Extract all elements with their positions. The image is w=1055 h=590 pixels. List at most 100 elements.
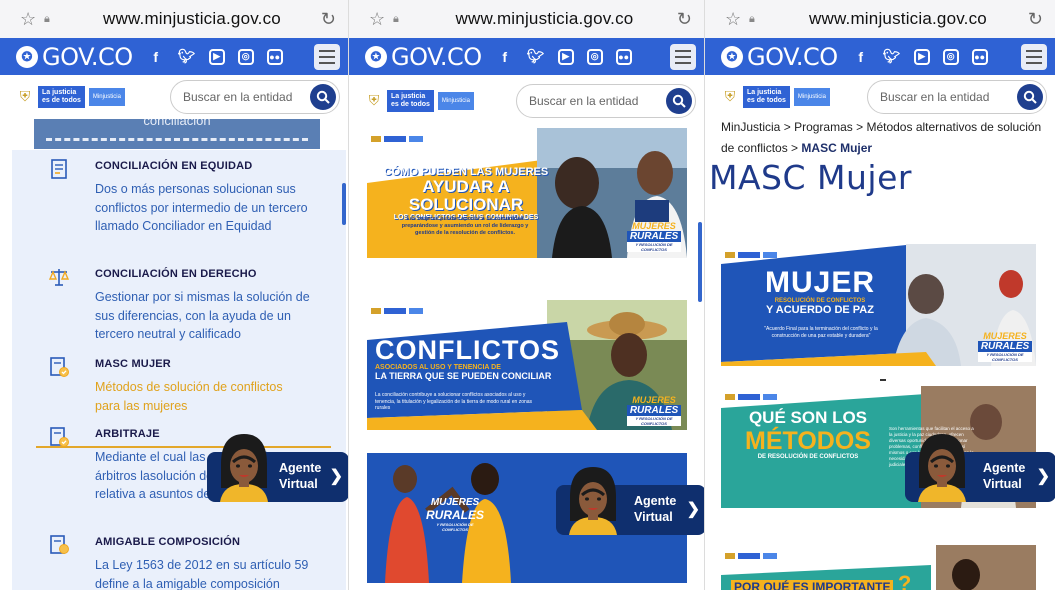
virtual-agent-button[interactable]: Agente Virtual ❯ (556, 467, 704, 535)
instagram-icon[interactable]: ◎ (942, 48, 959, 65)
card-mujeres-ayudar[interactable]: CÓMO PUEDEN LAS MUJERES AYUDAR A SOLUCIO… (367, 128, 687, 258)
page-title: MASC Mujer (709, 158, 912, 197)
item-description: Gestionar por si mismas la solución de s… (95, 290, 310, 341)
breadcrumb-separator: > (783, 120, 791, 134)
scroll-indicator[interactable] (698, 222, 702, 302)
card-headline: CONFLICTOS ASOCIADOS AL USO Y TENENCIA D… (375, 335, 560, 381)
item-title[interactable]: CONCILIACIÓN EN EQUIDAD (95, 160, 252, 172)
breadcrumb-link[interactable]: Programas (794, 120, 853, 134)
search-box[interactable]: Buscar en la entidad (867, 80, 1047, 114)
facebook-icon[interactable]: f (147, 48, 165, 66)
reload-icon[interactable]: ↻ (1021, 9, 1043, 30)
file-badge-icon (48, 534, 70, 558)
scroll-indicator[interactable] (342, 183, 346, 225)
search-input[interactable]: Buscar en la entidad (183, 90, 310, 104)
banner-text: conciliación (143, 119, 211, 128)
youtube-icon[interactable]: ▶ (913, 48, 930, 65)
rural-women-badge: MUJERES RURALES Y RESOLUCIÓN DE CONFLICT… (425, 497, 484, 532)
item-title[interactable]: CONCILIACIÓN EN DERECHO (95, 268, 257, 280)
search-box[interactable]: Buscar en la entidad (170, 80, 340, 114)
chevron-right-icon: ❯ (329, 468, 343, 485)
carousel-dot[interactable] (880, 379, 886, 381)
card-mujer-acuerdo-paz[interactable]: MUJER RESOLUCIÓN DE CONFLICTOS Y ACUERDO… (721, 244, 1036, 366)
minjusticia-logo[interactable]: ⛨ La justicia es de todos Minjusticia (16, 86, 125, 108)
youtube-icon[interactable]: ▶ (208, 48, 225, 65)
browser-address-bar[interactable]: ☆ 🔒︎ www.minjusticia.gov.co ↻ (349, 0, 704, 38)
agent-label[interactable]: Agente Virtual (983, 460, 1025, 492)
gov-co-bar: ✪ GOV.CO f 🐦︎ ▶ ◎ ●● (349, 38, 704, 75)
colombia-seal-icon: ✪ (16, 45, 38, 68)
gov-co-brand[interactable]: GOV.CO (42, 43, 133, 71)
breadcrumb-link[interactable]: MinJusticia (721, 120, 780, 134)
search-input[interactable]: Buscar en la entidad (529, 94, 666, 108)
coat-of-arms-icon: ⛨ (19, 88, 31, 104)
twitter-icon[interactable]: 🐦︎ (527, 48, 545, 66)
site-header: ⛨ La justicia es de todos Minjusticia Bus… (705, 75, 1055, 119)
lock-icon: 🔒︎ (44, 12, 50, 25)
bookmark-star-icon[interactable]: ☆ (725, 9, 745, 30)
lock-icon: 🔒︎ (393, 12, 399, 25)
lock-icon: 🔒︎ (749, 12, 755, 25)
gov-co-brand[interactable]: GOV.CO (391, 43, 482, 71)
item-title[interactable]: ARBITRAJE (95, 428, 160, 440)
agent-label[interactable]: Agente Virtual (279, 460, 321, 492)
virtual-agent-button[interactable]: Agente Virtual ❯ (905, 434, 1055, 502)
card-por-que-importante[interactable]: POR QUÉ ES IMPORTANTE ? (721, 545, 1036, 590)
rural-women-badge: MUJERES RURALES Y RESOLUCIÓN DE CONFLICT… (627, 221, 681, 252)
instagram-icon[interactable]: ◎ (586, 48, 603, 65)
reload-icon[interactable]: ↻ (314, 9, 336, 30)
hamburger-menu-button[interactable] (670, 43, 696, 70)
agent-avatar-icon (918, 434, 966, 502)
card-body: "Acuerdo Final para la terminación del c… (764, 326, 878, 339)
site-header: ⛨ La justicia es de todos Minjusticia Bus… (349, 75, 704, 127)
flickr-icon[interactable]: ●● (615, 48, 632, 65)
section-banner: conciliación (34, 119, 320, 149)
coat-of-arms-icon: ⛨ (724, 88, 736, 104)
item-title[interactable]: AMIGABLE COMPOSICIÓN (95, 536, 240, 548)
hamburger-menu-button[interactable] (1021, 43, 1047, 70)
item-description: La Ley 1563 de 2012 en su artículo 59 de… (95, 558, 309, 590)
browser-address-bar[interactable]: ☆ 🔒︎ www.minjusticia.gov.co ↻ (0, 0, 348, 38)
twitter-icon[interactable]: 🐦︎ (883, 48, 901, 66)
search-icon (1023, 90, 1037, 104)
chevron-right-icon: ❯ (1036, 468, 1050, 485)
youtube-icon[interactable]: ▶ (557, 48, 574, 65)
card-headline: QUÉ SON LOS MÉTODOS DE RESOLUCIÓN DE CON… (745, 408, 871, 460)
card-headline: MUJER RESOLUCIÓN DE CONFLICTOS Y ACUERDO… (764, 266, 875, 317)
browser-address-bar[interactable]: ☆ 🔒︎ www.minjusticia.gov.co ↻ (705, 0, 1055, 38)
card-body: Las mujeres pueden aportar a su comunida… (401, 216, 529, 236)
twitter-icon[interactable]: 🐦︎ (178, 48, 196, 66)
search-button[interactable] (666, 88, 692, 114)
bookmark-star-icon[interactable]: ☆ (369, 9, 389, 30)
screen-1: ☆ 🔒︎ www.minjusticia.gov.co ↻ ✪ GOV.CO f… (0, 0, 348, 590)
search-button[interactable] (310, 84, 336, 110)
item-description: Métodos de solución de conflictos para l… (95, 380, 283, 413)
colombia-seal-icon: ✪ (721, 45, 743, 68)
flickr-icon[interactable]: ●● (266, 48, 283, 65)
gov-co-brand[interactable]: GOV.CO (747, 43, 838, 71)
instagram-icon[interactable]: ◎ (237, 48, 254, 65)
search-input[interactable]: Buscar en la entidad (880, 90, 1017, 104)
agent-label[interactable]: Agente Virtual (634, 493, 676, 525)
bookmark-star-icon[interactable]: ☆ (20, 9, 40, 30)
search-icon (672, 94, 686, 108)
search-button[interactable] (1017, 84, 1043, 110)
reload-icon[interactable]: ↻ (670, 9, 692, 30)
minjusticia-logo[interactable]: ⛨ La justicia es de todos Minjusticia (721, 86, 830, 108)
search-box[interactable]: Buscar en la entidad (516, 84, 696, 118)
minjusticia-logo[interactable]: ⛨ La justicia es de todos Minjusticia (365, 90, 474, 112)
facebook-icon[interactable]: f (852, 48, 870, 66)
item-title[interactable]: MASC MUJER (95, 358, 171, 370)
virtual-agent-button[interactable]: Agente Virtual ❯ (207, 434, 348, 502)
card-conflictos-tierra[interactable]: CONFLICTOS ASOCIADOS AL USO Y TENENCIA D… (367, 300, 687, 430)
flickr-icon[interactable]: ●● (971, 48, 988, 65)
url-text[interactable]: www.minjusticia.gov.co (775, 9, 1021, 29)
url-text[interactable]: www.minjusticia.gov.co (70, 9, 314, 29)
item-description: Dos o más personas solucionan sus confli… (95, 182, 308, 233)
screen-3: ☆ 🔒︎ www.minjusticia.gov.co ↻ ✪ GOV.CO f… (704, 0, 1055, 590)
hamburger-menu-button[interactable] (314, 43, 340, 70)
logo-label: La justicia es de todos (743, 86, 790, 108)
url-text[interactable]: www.minjusticia.gov.co (419, 9, 670, 29)
facebook-icon[interactable]: f (496, 48, 514, 66)
social-links: f 🐦︎ ▶ ◎ ●● (147, 48, 283, 66)
